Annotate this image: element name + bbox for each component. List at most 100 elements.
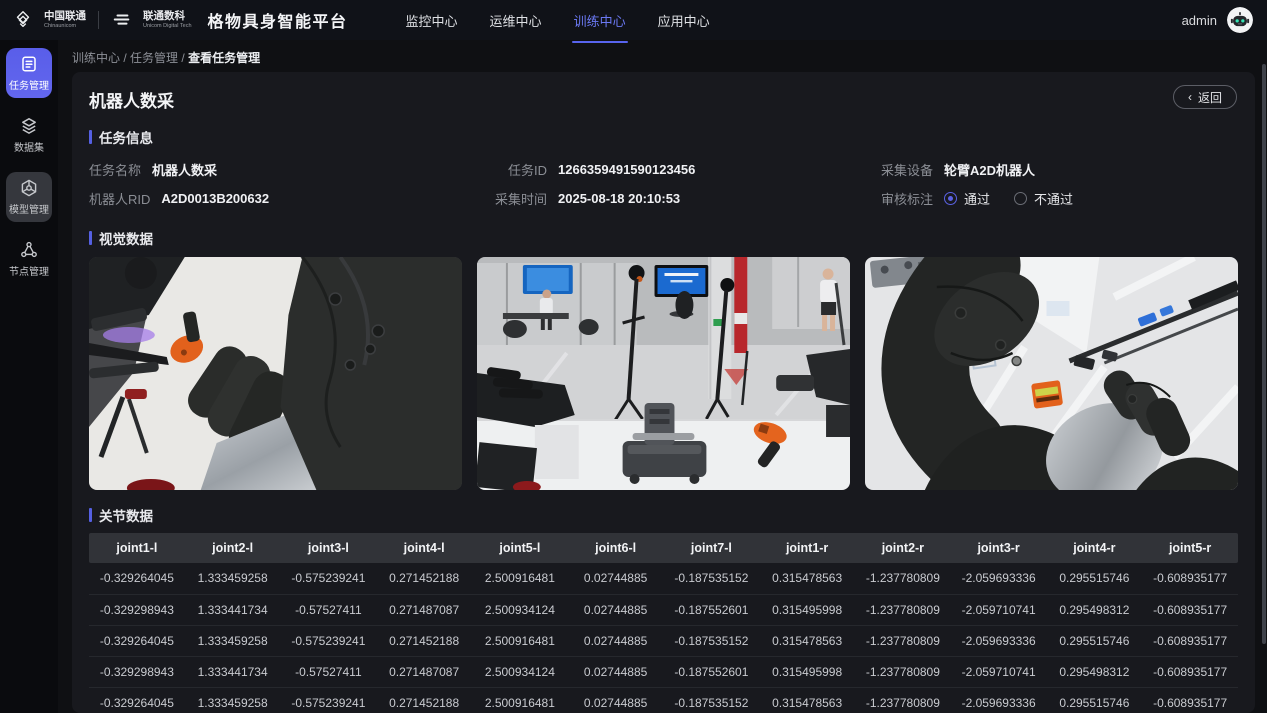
sidebar-item-datasets[interactable]: 数据集: [6, 110, 52, 160]
joint-value-cell: 0.295515746: [1047, 563, 1143, 594]
platform-title: 格物具身智能平台: [208, 8, 348, 32]
sidebar-item-label: 节点管理: [9, 263, 49, 278]
joint-value-cell: -0.187552601: [664, 656, 760, 687]
joint-value-cell: 0.315478563: [759, 687, 855, 713]
visual-data-section-title: 视觉数据: [99, 228, 153, 248]
joint-value-cell: -0.575239241: [281, 687, 377, 713]
sidebar-item-label: 数据集: [14, 139, 44, 154]
front-camera-art: [477, 257, 850, 490]
joint-column-header: joint6-l: [568, 533, 664, 563]
joint-data-section-title: 关节数据: [99, 505, 153, 525]
joint-column-header: joint2-l: [185, 533, 281, 563]
field-device: 采集设备轮臂A2D机器人: [881, 160, 1238, 179]
section-bar-icon: [89, 231, 92, 245]
field-value: 机器人数采: [152, 160, 217, 179]
joint-value-cell: -0.608935177: [1142, 656, 1238, 687]
brand-divider: [98, 11, 99, 29]
joint-value-cell: 0.271452188: [376, 625, 472, 656]
field-label: 采集设备: [881, 160, 933, 179]
joint-value-cell: 1.333459258: [185, 687, 281, 713]
left-wrist-camera-image[interactable]: [89, 257, 462, 490]
joint-value-cell: -0.57527411: [281, 656, 377, 687]
content: 机器人数采 ‹ 返回 任务信息 任务名称机器人数采任务ID12663594915…: [58, 72, 1267, 713]
right-wrist-camera-image[interactable]: [865, 257, 1238, 490]
body: 任务管理数据集模型管理节点管理 训练中心 / 任务管理 / 查看任务管理 机器人…: [0, 40, 1267, 713]
radio-label: 通过: [964, 189, 990, 208]
joint-value-cell: 0.315478563: [759, 563, 855, 594]
joint-value-cell: -0.329298943: [89, 594, 185, 625]
joint-value-cell: 0.295515746: [1047, 687, 1143, 713]
back-button[interactable]: ‹ 返回: [1173, 85, 1237, 109]
joint-value-cell: -0.575239241: [281, 625, 377, 656]
sidebar-item-tasks[interactable]: 任务管理: [6, 48, 52, 98]
joint-value-cell: -0.329264045: [89, 687, 185, 713]
joint-value-cell: 1.333459258: [185, 563, 281, 594]
joint-value-cell: 2.500916481: [472, 625, 568, 656]
table-row: -0.3292989431.333441734-0.575274110.2714…: [89, 656, 1238, 687]
sidebar-item-models[interactable]: 模型管理: [6, 172, 52, 222]
joint-data-section: 关节数据: [89, 505, 1238, 525]
joint-value-cell: -0.329264045: [89, 563, 185, 594]
radio-label: 不通过: [1034, 189, 1073, 208]
joint-column-header: joint2-r: [855, 533, 951, 563]
joint-data-table: joint1-ljoint2-ljoint3-ljoint4-ljoint5-l…: [89, 533, 1238, 713]
joint-column-header: joint4-r: [1047, 533, 1143, 563]
field-task-name: 任务名称机器人数采: [89, 160, 491, 179]
breadcrumb-item[interactable]: 训练中心: [72, 51, 120, 65]
joint-column-header: joint7-l: [664, 533, 760, 563]
sidebar-item-label: 模型管理: [9, 201, 49, 216]
left-wrist-camera-art: [89, 257, 462, 490]
joint-value-cell: 0.02744885: [568, 594, 664, 625]
app-root: 中国联通 Chinaunicom 联通数科 Unicom Digital Tec…: [0, 0, 1267, 713]
main-area: 训练中心 / 任务管理 / 查看任务管理 机器人数采 ‹ 返回 任务信息 任务名…: [58, 40, 1267, 713]
field-label: 审核标注: [881, 189, 933, 208]
joint-value-cell: 1.333459258: [185, 625, 281, 656]
joint-value-cell: 2.500916481: [472, 563, 568, 594]
nav-item-operations[interactable]: 运维中心: [488, 0, 544, 43]
table-row: -0.3292640451.333459258-0.5752392410.271…: [89, 687, 1238, 713]
joint-value-cell: 0.315495998: [759, 594, 855, 625]
joint-column-header: joint5-r: [1142, 533, 1238, 563]
sidebar-item-nodes[interactable]: 节点管理: [6, 234, 52, 284]
top-nav: 监控中心运维中心训练中心应用中心: [404, 0, 712, 43]
nav-item-application[interactable]: 应用中心: [656, 0, 712, 43]
joint-value-cell: -0.575239241: [281, 563, 377, 594]
username-label: admin: [1182, 13, 1217, 28]
vertical-scrollbar[interactable]: [1262, 64, 1266, 644]
task-info-grid: 任务名称机器人数采任务ID1266359491590123456采集设备轮臂A2…: [89, 155, 1238, 213]
joint-value-cell: 0.02744885: [568, 656, 664, 687]
joint-value-cell: 0.271487087: [376, 594, 472, 625]
joint-column-header: joint1-r: [759, 533, 855, 563]
joint-value-cell: 0.315495998: [759, 656, 855, 687]
user-area[interactable]: admin: [1182, 7, 1253, 33]
breadcrumb-item[interactable]: 任务管理: [130, 51, 178, 65]
table-row: -0.3292989431.333441734-0.575274110.2714…: [89, 594, 1238, 625]
robot-avatar[interactable]: [1227, 7, 1253, 33]
top-header: 中国联通 Chinaunicom 联通数科 Unicom Digital Tec…: [0, 0, 1267, 40]
front-camera-image[interactable]: [477, 257, 850, 490]
nav-item-training[interactable]: 训练中心: [572, 0, 628, 43]
nav-item-monitoring[interactable]: 监控中心: [404, 0, 460, 43]
breadcrumb: 训练中心 / 任务管理 / 查看任务管理: [58, 40, 1267, 72]
joint-value-cell: -2.059693336: [951, 625, 1047, 656]
field-value: 2025-08-18 20:10:53: [558, 191, 680, 206]
joint-value-cell: 0.271452188: [376, 687, 472, 713]
joint-value-cell: -2.059693336: [951, 563, 1047, 594]
field-value: A2D0013B200632: [161, 191, 269, 206]
radio-fail[interactable]: 不通过: [1014, 189, 1073, 208]
joint-value-cell: 0.02744885: [568, 687, 664, 713]
joint-value-cell: -2.059693336: [951, 687, 1047, 713]
joint-table-body: -0.3292640451.333459258-0.5752392410.271…: [89, 563, 1238, 713]
radio-pass[interactable]: 通过: [944, 189, 990, 208]
unicom-cn-label: 中国联通: [44, 11, 86, 22]
joint-value-cell: -0.329264045: [89, 625, 185, 656]
detail-card: 机器人数采 ‹ 返回 任务信息 任务名称机器人数采任务ID12663594915…: [72, 72, 1255, 713]
joint-value-cell: 1.333441734: [185, 656, 281, 687]
back-button-label: 返回: [1198, 89, 1222, 106]
joint-value-cell: -0.608935177: [1142, 687, 1238, 713]
joint-value-cell: -1.237780809: [855, 687, 951, 713]
right-wrist-camera-art: [865, 257, 1238, 490]
field-label: 采集时间: [491, 189, 547, 208]
field-label: 机器人RID: [89, 189, 150, 208]
task-doc-icon: [20, 55, 38, 73]
